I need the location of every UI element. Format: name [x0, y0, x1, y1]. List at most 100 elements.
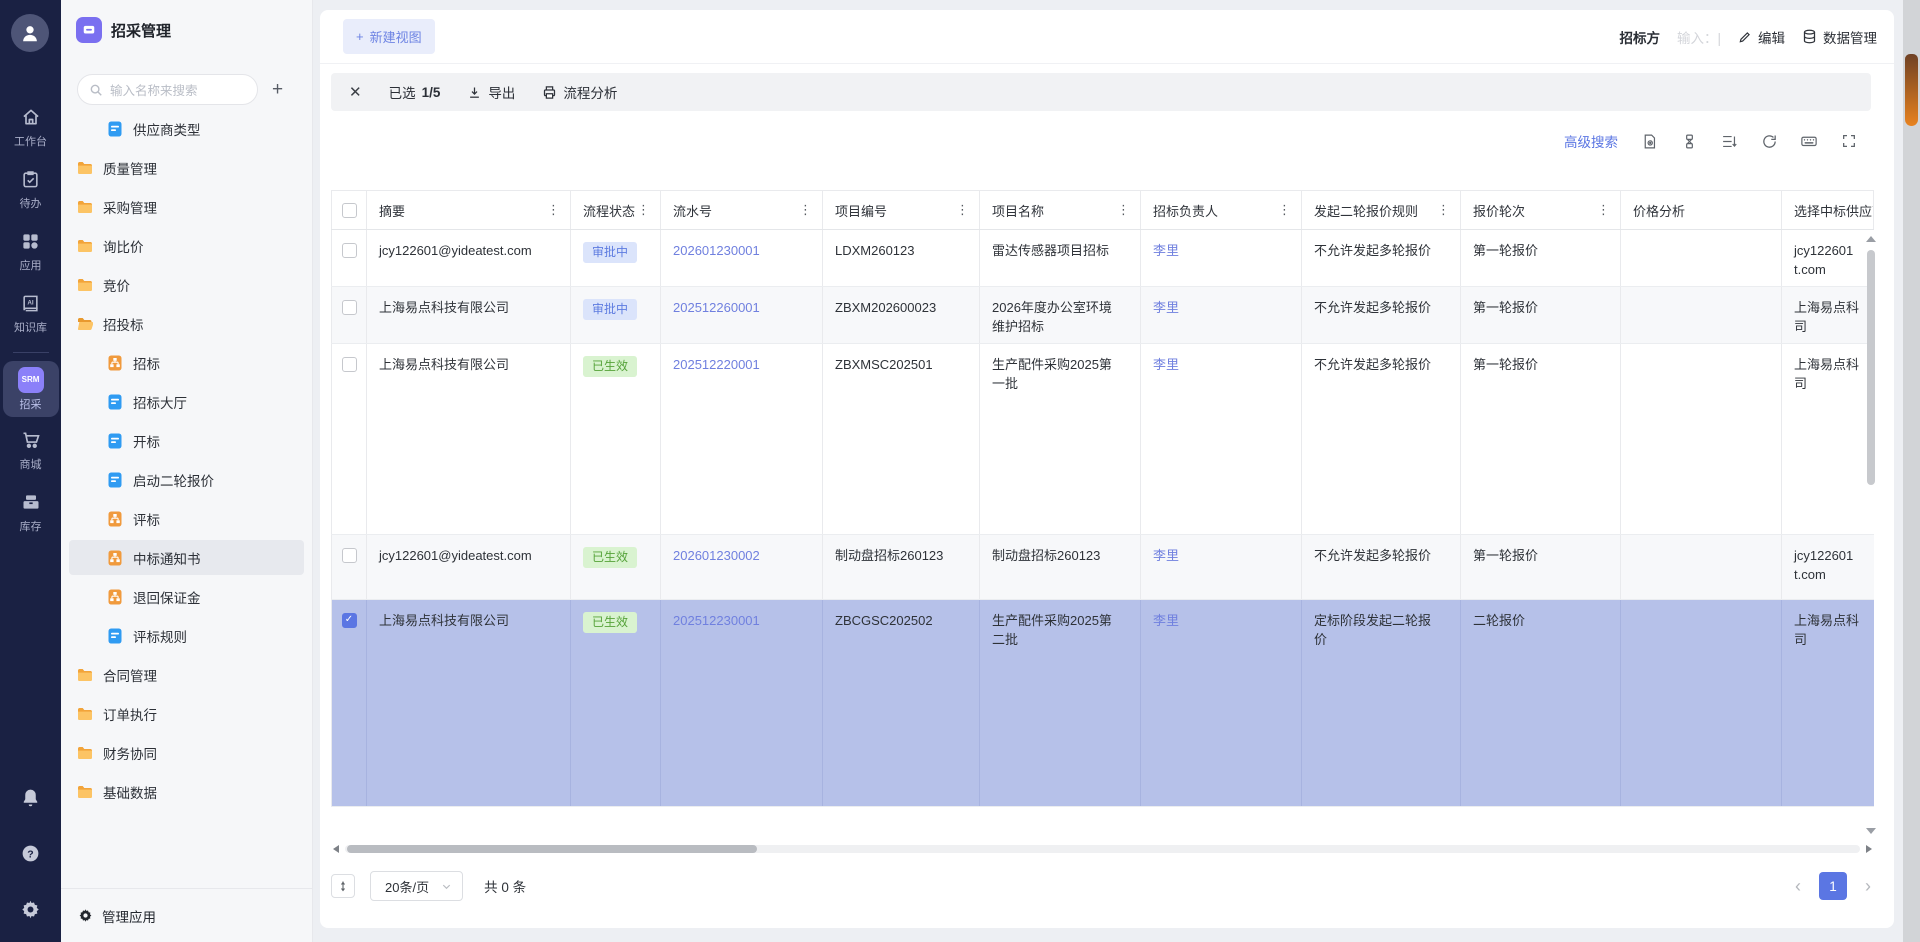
prev-page-icon[interactable]: ‹	[1795, 877, 1801, 895]
boxes-icon	[21, 492, 41, 515]
column-menu-icon[interactable]: ⋮	[1115, 202, 1132, 218]
search-input[interactable]: 输入名称来搜索	[77, 74, 258, 105]
owner-link[interactable]: 李里	[1153, 243, 1179, 258]
flow-analysis-button[interactable]: 流程分析	[542, 82, 617, 102]
scrollbar-thumb[interactable]	[347, 845, 757, 853]
row-height-icon[interactable]	[1720, 132, 1738, 150]
rail-item-mall[interactable]: 商城	[3, 423, 59, 479]
current-page-button[interactable]: 1	[1819, 872, 1847, 900]
sidebar-item-5[interactable]: 招投标	[69, 306, 304, 341]
manage-apps-button[interactable]: 管理应用	[61, 888, 312, 942]
column-menu-icon[interactable]: ⋮	[1435, 202, 1452, 218]
add-button[interactable]: +	[272, 80, 283, 99]
owner-link[interactable]: 李里	[1153, 548, 1179, 563]
sidebar-item-11[interactable]: 中标通知书	[69, 540, 304, 575]
edit-button[interactable]: 编辑	[1738, 27, 1785, 47]
rail-item-inventory[interactable]: 库存	[3, 485, 59, 541]
row-checkbox[interactable]	[331, 287, 367, 343]
sidebar-item-16[interactable]: 财务协同	[69, 735, 304, 770]
column-header[interactable]: 摘要⋮	[367, 191, 571, 229]
column-header[interactable]: 价格分析	[1621, 191, 1782, 229]
sidebar-item-9[interactable]: 启动二轮报价	[69, 462, 304, 497]
serial-link[interactable]: 202512260001	[673, 300, 760, 315]
settings-icon[interactable]	[20, 898, 42, 920]
column-header[interactable]: 项目编号⋮	[823, 191, 980, 229]
fullscreen-icon[interactable]	[1840, 132, 1858, 150]
sidebar-item-3[interactable]: 询比价	[69, 228, 304, 263]
sidebar-item-8[interactable]: 开标	[69, 423, 304, 458]
sidebar-item-17[interactable]: 基础数据	[69, 774, 304, 809]
export-button[interactable]: 导出	[467, 82, 515, 102]
column-header[interactable]: 流程状态⋮	[571, 191, 661, 229]
doc-preview-icon[interactable]	[1640, 132, 1658, 150]
column-menu-icon[interactable]: ⋮	[797, 202, 814, 218]
row-checkbox[interactable]: ✓	[331, 600, 367, 806]
row-checkbox[interactable]	[331, 344, 367, 534]
sidebar-item-15[interactable]: 订单执行	[69, 696, 304, 731]
refresh-icon[interactable]	[1760, 132, 1778, 150]
table-row-2[interactable]: 上海易点科技有限公司已生效202512220001ZBXMSC202501生产配…	[331, 344, 1874, 535]
table-row-0[interactable]: jcy122601@yideatest.com审批中202601230001LD…	[331, 230, 1874, 287]
sidebar-item-2[interactable]: 采购管理	[69, 189, 304, 224]
advanced-search-link[interactable]: 高级搜索	[1564, 131, 1618, 151]
serial-link[interactable]: 202601230002	[673, 548, 760, 563]
sidebar-item-6[interactable]: 招标	[69, 345, 304, 380]
column-header[interactable]: 选择中标供应商	[1782, 191, 1874, 229]
flow-blocks-icon[interactable]	[1680, 132, 1698, 150]
row-checkbox[interactable]	[331, 230, 367, 286]
column-menu-icon[interactable]: ⋮	[954, 202, 971, 218]
table-row-4[interactable]: ✓上海易点科技有限公司已生效202512230001ZBCGSC202502生产…	[331, 600, 1874, 807]
rail-item-knowledge[interactable]: AI 知识库	[3, 286, 59, 342]
scroll-left-icon[interactable]	[333, 845, 339, 853]
column-menu-icon[interactable]: ⋮	[1276, 202, 1293, 218]
rail-item-apps[interactable]: 应用	[3, 224, 59, 280]
window-scrollbar-thumb[interactable]	[1905, 54, 1918, 126]
rail-item-workbench[interactable]: 工作台	[3, 100, 59, 156]
owner-link[interactable]: 李里	[1153, 300, 1179, 315]
owner-link[interactable]: 李里	[1153, 613, 1179, 628]
row-density-button[interactable]	[331, 874, 355, 898]
keyboard-icon[interactable]	[1800, 132, 1818, 150]
sidebar-item-1[interactable]: 质量管理	[69, 150, 304, 185]
column-header[interactable]: 流水号⋮	[661, 191, 823, 229]
rail-item-srm[interactable]: SRM 招采	[3, 361, 59, 417]
window-scrollbar[interactable]	[1903, 0, 1920, 942]
page-size-select[interactable]: 20条/页	[370, 871, 463, 901]
table-row-3[interactable]: jcy122601@yideatest.com已生效202601230002制动…	[331, 535, 1874, 600]
rail-item-todo[interactable]: 待办	[3, 162, 59, 218]
column-header[interactable]: 报价轮次⋮	[1461, 191, 1621, 229]
table-row-1[interactable]: 上海易点科技有限公司审批中202512260001ZBXM20260002320…	[331, 287, 1874, 344]
next-page-icon[interactable]: ›	[1865, 877, 1871, 895]
select-all-checkbox[interactable]	[331, 191, 367, 229]
table-vertical-scrollbar[interactable]	[1867, 250, 1875, 485]
row-checkbox[interactable]	[331, 535, 367, 599]
close-icon[interactable]: ✕	[349, 83, 362, 101]
table-scroll-down-icon[interactable]	[1866, 828, 1876, 834]
user-avatar[interactable]	[11, 14, 49, 52]
serial-link[interactable]: 202512230001	[673, 613, 760, 628]
sidebar-item-7[interactable]: 招标大厅	[69, 384, 304, 419]
sidebar-item-0[interactable]: 供应商类型	[69, 111, 304, 146]
data-manage-button[interactable]: 数据管理	[1802, 27, 1877, 47]
serial-link[interactable]: 202601230001	[673, 243, 760, 258]
help-icon[interactable]: ?	[20, 842, 42, 864]
column-menu-icon[interactable]: ⋮	[635, 202, 652, 218]
column-header[interactable]: 招标负责人⋮	[1141, 191, 1302, 229]
sidebar-item-12[interactable]: 退回保证金	[69, 579, 304, 614]
sidebar-item-14[interactable]: 合同管理	[69, 657, 304, 692]
column-header[interactable]: 发起二轮报价规则⋮	[1302, 191, 1461, 229]
column-header[interactable]: 项目名称⋮	[980, 191, 1141, 229]
bell-icon[interactable]	[20, 786, 42, 808]
owner-link[interactable]: 李里	[1153, 357, 1179, 372]
new-view-button[interactable]: + 新建视图	[343, 19, 435, 54]
table-scroll-up-icon[interactable]	[1866, 236, 1876, 242]
party-input-hint[interactable]: 输入：|	[1677, 27, 1721, 47]
column-menu-icon[interactable]: ⋮	[1595, 202, 1612, 218]
sidebar-item-4[interactable]: 竞价	[69, 267, 304, 302]
sidebar-item-13[interactable]: 评标规则	[69, 618, 304, 653]
serial-link[interactable]: 202512220001	[673, 357, 760, 372]
column-menu-icon[interactable]: ⋮	[545, 202, 562, 218]
sidebar-item-10[interactable]: 评标	[69, 501, 304, 536]
cell-price-analysis	[1621, 287, 1782, 343]
scroll-right-icon[interactable]	[1866, 845, 1872, 853]
